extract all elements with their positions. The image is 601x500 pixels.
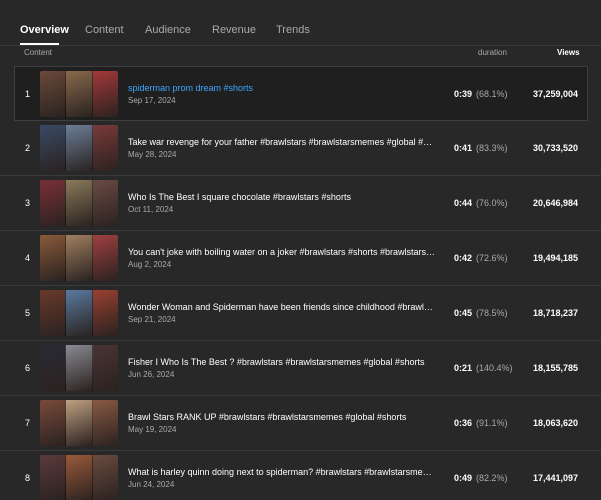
table-row[interactable]: 5 Wonder Woman and Spiderman have been f… bbox=[0, 286, 601, 341]
avg-view-duration: 0:36 bbox=[453, 418, 472, 428]
video-thumbnail[interactable] bbox=[40, 71, 118, 117]
video-date: Sep 17, 2024 bbox=[128, 96, 176, 105]
tab-revenue[interactable]: Revenue bbox=[212, 24, 256, 36]
avg-view-duration: 0:45 bbox=[453, 308, 472, 318]
row-rank: 8 bbox=[25, 473, 31, 483]
column-header-content: Content bbox=[24, 48, 53, 57]
tab-bar: Overview Content Audience Revenue Trends bbox=[0, 0, 601, 46]
table-row[interactable]: 7 Brawl Stars RANK UP #brawlstars #brawl… bbox=[0, 396, 601, 451]
avg-view-duration: 0:49 bbox=[453, 473, 472, 483]
video-date: Jun 24, 2024 bbox=[128, 480, 175, 489]
video-title[interactable]: Fisher I Who Is The Best ? #brawlstars #… bbox=[128, 357, 436, 367]
column-header-views[interactable]: Views bbox=[557, 48, 580, 57]
tab-divider bbox=[0, 45, 601, 46]
video-date: May 19, 2024 bbox=[128, 425, 177, 434]
video-thumbnail[interactable] bbox=[40, 125, 118, 171]
avg-percent-viewed: (68.1%) bbox=[476, 89, 508, 99]
row-rank: 4 bbox=[25, 253, 31, 263]
view-count: 19,494,185 bbox=[532, 253, 578, 263]
tab-trends[interactable]: Trends bbox=[276, 24, 310, 36]
table-row[interactable]: 4 You can't joke with boiling water on a… bbox=[0, 231, 601, 286]
row-rank: 7 bbox=[25, 418, 31, 428]
tab-content[interactable]: Content bbox=[85, 24, 124, 36]
table-row[interactable]: 8 What is harley quinn doing next to spi… bbox=[0, 451, 601, 500]
view-count: 30,733,520 bbox=[532, 143, 578, 153]
avg-view-duration: 0:39 bbox=[453, 89, 472, 99]
video-thumbnail[interactable] bbox=[40, 345, 118, 391]
table-row[interactable]: 3 Who Is The Best I square chocolate #br… bbox=[0, 176, 601, 231]
avg-percent-viewed: (72.6%) bbox=[476, 253, 508, 263]
video-date: Sep 21, 2024 bbox=[128, 315, 176, 324]
video-thumbnail[interactable] bbox=[40, 455, 118, 500]
avg-view-duration: 0:44 bbox=[453, 198, 472, 208]
video-thumbnail[interactable] bbox=[40, 400, 118, 446]
view-count: 20,646,984 bbox=[532, 198, 578, 208]
video-title[interactable]: Take war revenge for your father #brawls… bbox=[128, 137, 436, 147]
video-date: Aug 2, 2024 bbox=[128, 260, 172, 269]
avg-percent-viewed: (83.3%) bbox=[476, 143, 508, 153]
table-row[interactable]: 2 Take war revenge for your father #braw… bbox=[0, 121, 601, 176]
content-table: 1 spiderman prom dream #shorts Sep 17, 2… bbox=[0, 66, 601, 500]
row-rank: 1 bbox=[25, 89, 31, 99]
avg-percent-viewed: (91.1%) bbox=[476, 418, 508, 428]
view-count: 18,063,620 bbox=[532, 418, 578, 428]
table-row[interactable]: 1 spiderman prom dream #shorts Sep 17, 2… bbox=[14, 66, 588, 121]
view-count: 37,259,004 bbox=[532, 89, 578, 99]
video-thumbnail[interactable] bbox=[40, 235, 118, 281]
row-rank: 5 bbox=[25, 308, 31, 318]
tab-overview[interactable]: Overview bbox=[20, 24, 69, 36]
video-title[interactable]: spiderman prom dream #shorts bbox=[128, 83, 436, 93]
row-rank: 2 bbox=[25, 143, 31, 153]
video-title[interactable]: You can't joke with boiling water on a j… bbox=[128, 247, 436, 257]
avg-view-duration: 0:41 bbox=[453, 143, 472, 153]
video-date: Oct 11, 2024 bbox=[128, 205, 174, 214]
avg-view-duration: 0:21 bbox=[453, 363, 472, 373]
avg-percent-viewed: (78.5%) bbox=[476, 308, 508, 318]
view-count: 18,155,785 bbox=[532, 363, 578, 373]
table-row[interactable]: 6 Fisher I Who Is The Best ? #brawlstars… bbox=[0, 341, 601, 396]
view-count: 18,718,237 bbox=[532, 308, 578, 318]
video-thumbnail[interactable] bbox=[40, 290, 118, 336]
video-title[interactable]: What is harley quinn doing next to spide… bbox=[128, 467, 436, 477]
video-date: Jun 26, 2024 bbox=[128, 370, 175, 379]
avg-percent-viewed: (76.0%) bbox=[476, 198, 508, 208]
tab-audience[interactable]: Audience bbox=[145, 24, 191, 36]
video-date: May 28, 2024 bbox=[128, 150, 177, 159]
video-title[interactable]: Wonder Woman and Spiderman have been fri… bbox=[128, 302, 436, 312]
view-count: 17,441,097 bbox=[532, 473, 578, 483]
video-title[interactable]: Brawl Stars RANK UP #brawlstars #brawlst… bbox=[128, 412, 436, 422]
column-header-duration[interactable]: duration bbox=[478, 48, 507, 57]
row-rank: 3 bbox=[25, 198, 31, 208]
avg-percent-viewed: (82.2%) bbox=[476, 473, 508, 483]
avg-view-duration: 0:42 bbox=[453, 253, 472, 263]
video-thumbnail[interactable] bbox=[40, 180, 118, 226]
video-title[interactable]: Who Is The Best I square chocolate #braw… bbox=[128, 192, 436, 202]
avg-percent-viewed: (140.4%) bbox=[476, 363, 513, 373]
row-rank: 6 bbox=[25, 363, 31, 373]
